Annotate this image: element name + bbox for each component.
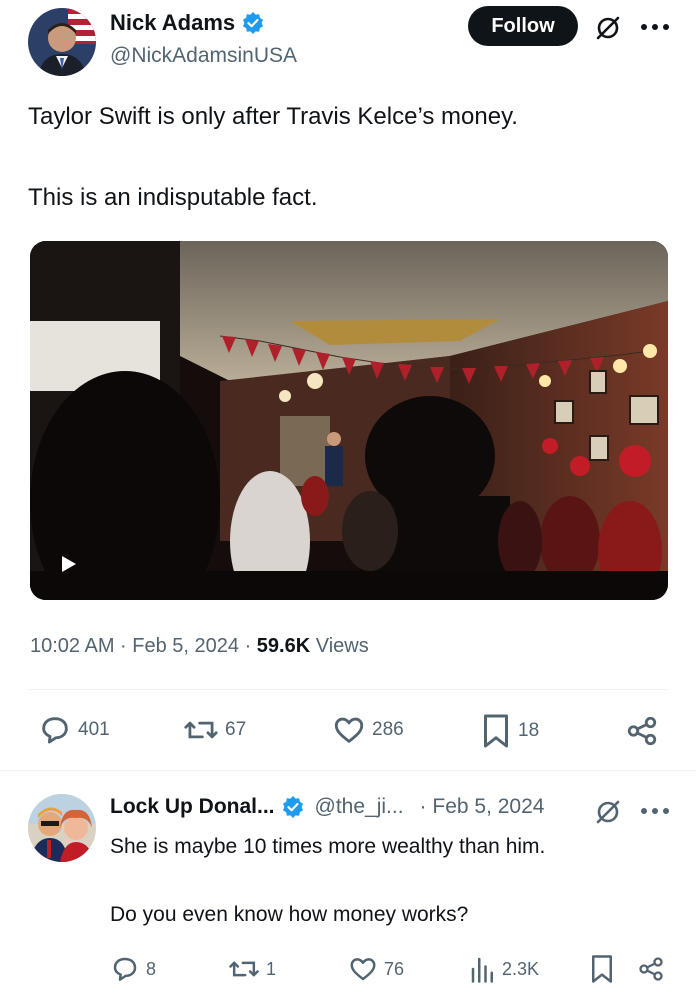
follow-button[interactable]: Follow — [468, 6, 578, 46]
tweet-text-line2: This is an indisputable fact. — [28, 184, 318, 211]
tweet-timestamp[interactable]: 10:02 AM · Feb 5, 2024 · — [30, 635, 257, 657]
analytics-icon — [470, 954, 496, 984]
bookmark-icon[interactable] — [588, 954, 616, 984]
reply-icon — [38, 713, 72, 747]
like-icon — [332, 713, 366, 747]
reply-views-count: 2.3K — [502, 958, 540, 979]
reply-reply-button[interactable]: 8 — [110, 954, 156, 984]
like-icon — [348, 954, 378, 984]
bookmark-button[interactable]: 18 — [480, 713, 539, 749]
reply-repost-count: 1 — [266, 958, 277, 979]
views-count: 59.6K — [256, 635, 311, 657]
share-icon[interactable] — [636, 954, 666, 984]
reply-like-count: 76 — [384, 958, 405, 979]
reply-like-button[interactable]: 76 — [348, 954, 404, 984]
like-button[interactable]: 286 — [332, 713, 404, 747]
reply-icon — [110, 954, 140, 984]
repost-button[interactable]: 67 — [183, 713, 246, 747]
reply-analytics-button[interactable]: 2.3K — [470, 954, 539, 984]
like-count: 286 — [372, 719, 404, 740]
repost-icon — [228, 954, 260, 984]
author-name[interactable]: Nick Adams — [110, 10, 235, 36]
bookmark-icon — [480, 713, 512, 749]
reply-author-handle[interactable]: @the_ji... — [315, 795, 404, 819]
tweet-meta: 10:02 AM · Feb 5, 2024 · 59.6K Views — [30, 635, 369, 658]
reply-button[interactable]: 401 — [38, 713, 110, 747]
verified-badge-icon — [281, 795, 305, 819]
reply-count: 401 — [78, 719, 110, 740]
play-icon[interactable] — [58, 554, 78, 574]
author-avatar[interactable] — [28, 8, 96, 76]
more-icon[interactable] — [638, 14, 672, 40]
reply-author-name[interactable]: Lock Up Donal... — [110, 795, 275, 819]
repost-count: 67 — [225, 719, 247, 740]
views-label: Views — [310, 635, 369, 657]
author-handle[interactable]: @NickAdamsinUSA — [110, 44, 297, 68]
divider — [28, 689, 668, 690]
bookmark-count: 18 — [518, 720, 540, 741]
divider — [0, 770, 696, 771]
grok-icon[interactable] — [592, 796, 624, 828]
reply-reply-count: 8 — [146, 958, 157, 979]
grok-icon[interactable] — [592, 12, 624, 44]
reply-repost-button[interactable]: 1 — [228, 954, 276, 984]
reply-avatar[interactable] — [28, 794, 96, 862]
verified-badge-icon — [241, 11, 265, 35]
tweet-video[interactable] — [30, 241, 668, 600]
reply-text-line2: Do you even know how money works? — [110, 903, 469, 926]
share-icon[interactable] — [624, 713, 660, 749]
more-icon[interactable] — [638, 798, 672, 824]
repost-icon — [183, 713, 219, 747]
reply-text-line1: She is maybe 10 times more wealthy than … — [110, 835, 546, 858]
reply-date[interactable]: · Feb 5, 2024 — [420, 795, 545, 819]
tweet-text-line1: Taylor Swift is only after Travis Kelce’… — [28, 103, 518, 130]
video-thumbnail — [30, 241, 668, 600]
